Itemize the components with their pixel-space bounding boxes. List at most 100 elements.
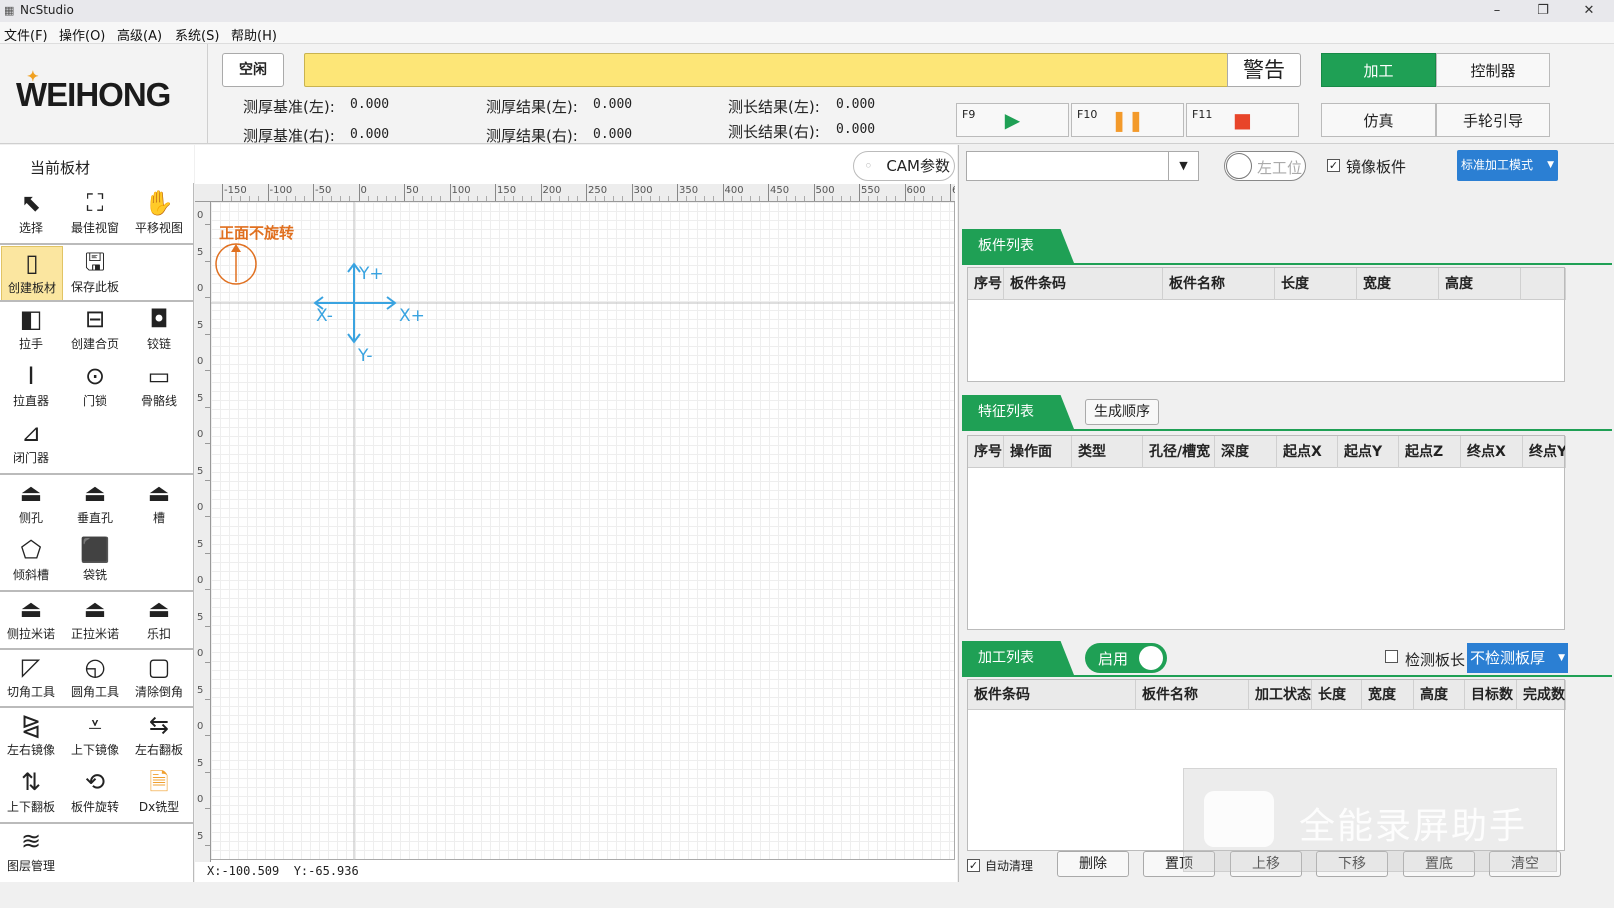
handwheel-button[interactable]: 手轮引导: [1436, 103, 1550, 137]
tool-save-board[interactable]: 🖫 保存此板: [64, 246, 126, 302]
clear-chamfer-icon: ▢: [147, 653, 171, 681]
tool-create-board[interactable]: ▯ 创建板材: [1, 246, 63, 302]
menu-system[interactable]: 系统(S): [175, 25, 219, 44]
tool-vertical-hole[interactable]: ⏏ 垂直孔: [64, 477, 126, 533]
watermark: 全能录屏助手: [1183, 768, 1557, 872]
minimize-button[interactable]: –: [1474, 0, 1520, 22]
tool-chamfer[interactable]: ◸ 切角工具: [0, 651, 62, 707]
delete-button[interactable]: 删除: [1057, 851, 1129, 877]
tool-mirror-lr[interactable]: ⧎ 左右镜像: [0, 709, 62, 765]
hand-icon: ✋: [144, 189, 174, 217]
tool-handle[interactable]: ◧ 拉手: [0, 303, 62, 359]
start-button[interactable]: F9 ▶: [956, 103, 1069, 137]
tool-skeleton-line[interactable]: ▭ 骨骼线: [128, 360, 190, 416]
mirror-checkbox[interactable]: ✓: [1327, 159, 1340, 172]
tool-front-lamino[interactable]: ⏏ 正拉米诺: [64, 593, 126, 649]
ruler-tick-label: 500: [815, 185, 835, 196]
station-toggle[interactable]: 左工位: [1224, 151, 1306, 181]
detect-thickness-select[interactable]: 不检测板厚 ▼: [1467, 643, 1568, 673]
tool-flip-lr[interactable]: ⇆ 左右翻板: [128, 709, 190, 765]
divider: [0, 243, 194, 245]
ruler-tick-label: 0: [197, 648, 204, 659]
tool-side-hole[interactable]: ⏏ 侧孔: [0, 477, 62, 533]
ruler-tick: [404, 184, 405, 201]
auto-clear-checkbox[interactable]: ✓: [967, 859, 980, 872]
menu-operate[interactable]: 操作(O): [59, 25, 105, 44]
divider: [962, 429, 1612, 431]
tool-straightener[interactable]: Ⅰ 拉直器: [0, 360, 62, 416]
tool-hinge[interactable]: ◘ 铰链: [128, 303, 190, 359]
detect-length-checkbox[interactable]: [1385, 650, 1398, 663]
ruler-tick-label: 650: [952, 185, 955, 196]
pause-icon: ❚❚: [1110, 108, 1145, 132]
toolbar-header: 当前板材: [0, 145, 194, 183]
ruler-tick-label: 0: [197, 356, 204, 367]
tool-door-closer[interactable]: ⊿ 闭门器: [0, 417, 62, 473]
status-button[interactable]: 空闲: [222, 53, 284, 87]
ruler-tick-label: 300: [633, 185, 653, 196]
ruler-tick-label: 5: [197, 757, 204, 769]
cam-params-button[interactable]: ◦ CAM参数: [853, 151, 955, 181]
tab-controller[interactable]: 控制器: [1436, 53, 1550, 87]
table-header: 板件条码 板件名称 加工状态 长度 宽度 高度 目标数 完成数: [968, 680, 1566, 710]
pocket-icon: ⬛: [80, 536, 110, 564]
ruler-tick-label: 600: [906, 185, 926, 196]
drawing-canvas[interactable]: Y+ Y- X- X+: [211, 202, 955, 860]
feature-table: 序号 操作面 类型 孔径/槽宽 深度 起点X 起点Y 起点Z 终点X 终点Y: [967, 435, 1566, 630]
mode-select[interactable]: 标准加工模式 ▼: [1457, 150, 1558, 181]
tool-select[interactable]: ⬉ 选择: [0, 187, 62, 243]
tool-hinge-plate[interactable]: ⊟ 创建合页: [64, 303, 126, 359]
tab-process-list[interactable]: 加工列表: [962, 641, 1074, 675]
ruler-tick-label: 250: [588, 185, 608, 196]
menu-advanced[interactable]: 高级(A): [117, 25, 162, 44]
clamex-icon: ⏏: [147, 595, 171, 623]
ruler-tick-label: -100: [269, 185, 293, 196]
enable-toggle[interactable]: 启用: [1085, 643, 1167, 673]
ruler-tick-label: -50: [315, 185, 332, 196]
ruler-tick-label: 400: [724, 185, 744, 196]
tab-feature-list[interactable]: 特征列表: [962, 395, 1074, 429]
close-button[interactable]: ✕: [1566, 0, 1612, 22]
fit-icon: ⛶: [86, 189, 104, 217]
file-dropdown[interactable]: ▼: [966, 151, 1199, 181]
simulate-button[interactable]: 仿真: [1321, 103, 1436, 137]
tool-side-lamino[interactable]: ⏏ 侧拉米诺: [0, 593, 62, 649]
toggle-knob-icon: [1139, 646, 1163, 670]
chevron-down-icon: ▼: [1547, 160, 1554, 170]
divider: [207, 44, 208, 144]
tool-clamex[interactable]: ⏏ 乐扣: [128, 593, 190, 649]
ruler-tick: [267, 184, 269, 201]
pause-button[interactable]: F10 ❚❚: [1071, 103, 1184, 137]
menu-help[interactable]: 帮助(H): [231, 25, 277, 44]
menu-file[interactable]: 文件(F): [4, 25, 48, 44]
tool-dxf-mill[interactable]: 🗎 Dx铣型: [128, 766, 190, 822]
tool-fillet[interactable]: ◵ 圆角工具: [64, 651, 126, 707]
tool-fit-view[interactable]: ⛶ 最佳视窗: [64, 187, 126, 243]
warning-button[interactable]: 警告: [1227, 53, 1301, 87]
tool-clear-chamfer[interactable]: ▢ 清除倒角: [128, 651, 190, 707]
tool-door-lock[interactable]: ⊙ 门锁: [64, 360, 126, 416]
fillet-icon: ◵: [84, 653, 106, 681]
tool-flip-ud[interactable]: ⇅ 上下翻板: [0, 766, 62, 822]
chevron-down-icon: ▼: [1168, 152, 1198, 180]
tab-process[interactable]: 加工: [1321, 53, 1436, 87]
play-icon: ▶: [1004, 108, 1021, 132]
tool-slant-groove[interactable]: ⬠ 倾斜槽: [0, 534, 62, 590]
tool-rotate-board[interactable]: ⟲ 板件旋转: [64, 766, 126, 822]
tool-groove[interactable]: ⏏ 槽: [128, 477, 190, 533]
logo: ✦ WEIHONG: [16, 68, 171, 113]
canvas-overlay: [211, 202, 955, 860]
generate-order-button[interactable]: 生成顺序: [1085, 399, 1159, 425]
window-title: NcStudio: [20, 3, 74, 17]
stop-button[interactable]: F11 ■: [1186, 103, 1299, 137]
tool-layer-manager[interactable]: ≋ 图层管理: [0, 825, 62, 881]
maximize-button[interactable]: ❐: [1520, 0, 1566, 22]
ruler-tick: [495, 184, 496, 201]
tool-pan[interactable]: ✋ 平移视图: [128, 187, 190, 243]
tool-pocket-mill[interactable]: ⬛ 袋铣: [64, 534, 126, 590]
mirror-lr-icon: ⧎: [20, 711, 42, 739]
tab-panel-list[interactable]: 板件列表: [962, 229, 1074, 263]
tool-mirror-ud[interactable]: ⩡ 上下镜像: [64, 709, 126, 765]
ruler-tick-label: 0: [197, 575, 204, 586]
arrow-head-icon: [231, 244, 241, 252]
